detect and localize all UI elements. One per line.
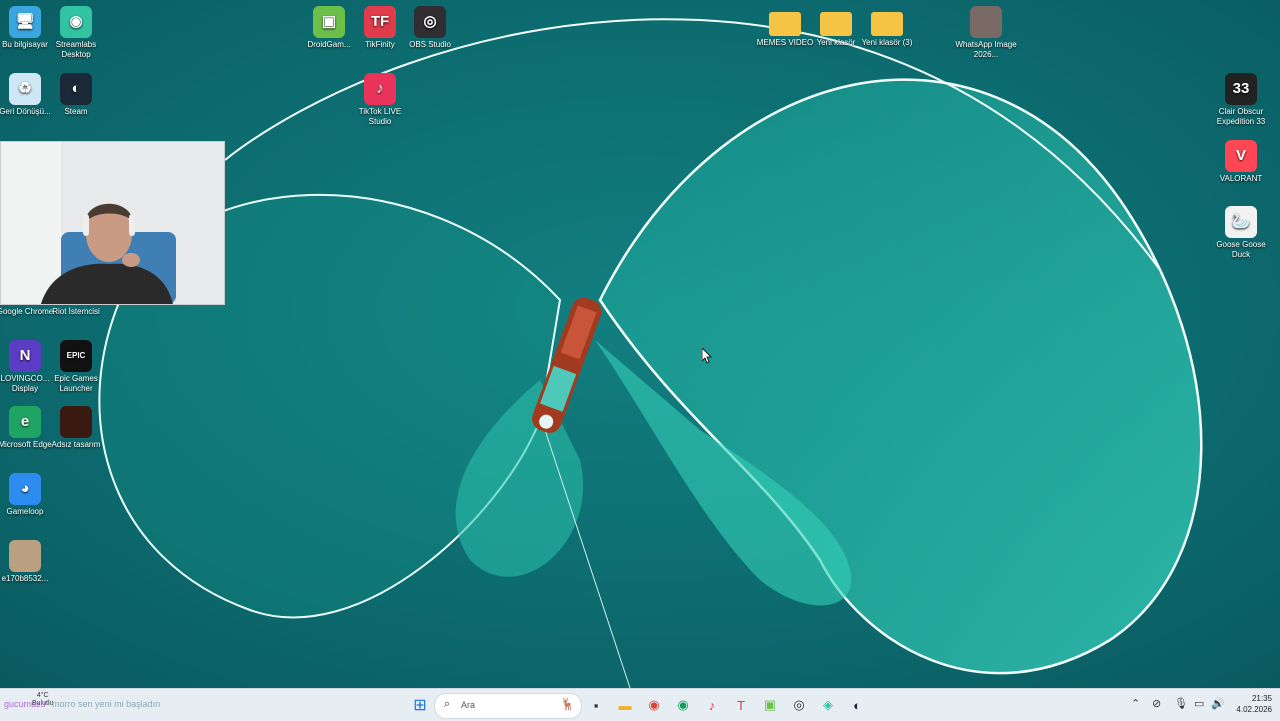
desktop-icon[interactable]: ◕ Gameloop (0, 473, 57, 517)
desktop-icon[interactable]: ◉ Streamlabs Desktop (44, 6, 108, 60)
steam-icon: ◐ (60, 73, 92, 105)
streamlabs-icon: ◉ (60, 6, 92, 38)
desktop-icon-label: WhatsApp Image 2026... (955, 40, 1017, 59)
image-file-icon (970, 6, 1002, 38)
chat-message: morro sen yeni mi başladın (52, 699, 161, 709)
steam-icon[interactable]: ◐ (845, 693, 869, 717)
mouse-cursor-icon (702, 348, 712, 364)
desktop-icon-label: VALORANT (1219, 174, 1263, 183)
task-view-icon[interactable]: ▪ (584, 693, 608, 717)
desktop-icon[interactable]: e170b8532... (0, 540, 57, 584)
gameloop-icon: ◕ (9, 473, 41, 505)
design-file-icon (60, 406, 92, 438)
network-off-icon[interactable]: ⊘ (1152, 697, 1161, 710)
display-app-icon: N (9, 340, 41, 372)
tikfinity-icon: TF (364, 6, 396, 38)
valorant-icon: V (1225, 140, 1257, 172)
obs-icon[interactable]: ◎ (787, 693, 811, 717)
desktop-icon-label: Yeni klasör (3) (861, 38, 913, 47)
chrome-icon[interactable]: ◉ (642, 693, 666, 717)
game-icon: 33 (1225, 73, 1257, 105)
desktop-icon[interactable]: Yeni klasör (3) (855, 6, 919, 48)
desktop-icon-label: TikTok LIVE Studio (358, 107, 402, 126)
clock-date: 4.02.2026 (1236, 705, 1272, 714)
clock-time: 21:35 (1251, 694, 1272, 703)
chrome-profile-icon[interactable]: ◉ (671, 693, 695, 717)
taskbar: 4°C Bulutlu gucumuzu morro sen yeni mi b… (0, 688, 1280, 721)
desktop-icon[interactable]: 33 Clair Obscur Expedition 33 (1209, 73, 1273, 127)
desktop-icon-label: OBS Studio (409, 40, 451, 49)
search-highlight-icon: 🦌 (560, 697, 575, 711)
desktop-icon-label: Adsız tasarım (51, 440, 101, 449)
search-icon: ⌕ (444, 698, 451, 710)
desktop-icon-label: Riot İstemcisi (52, 307, 100, 316)
recycle-bin-icon: ♻ (9, 73, 41, 105)
edge-icon: e (9, 406, 41, 438)
desktop-icon-label: Goose Goose Duck (1216, 240, 1266, 259)
display-icon[interactable]: ▭ (1194, 697, 1204, 710)
webcam-person-image (1, 142, 224, 304)
folder-icon (820, 12, 852, 36)
chevron-up-icon[interactable]: ⌃ (1131, 697, 1140, 710)
speaker-icon[interactable]: 🔊 (1211, 697, 1225, 710)
streamlabs-icon[interactable]: ◈ (816, 693, 840, 717)
desktop-icon[interactable]: V VALORANT (1209, 140, 1273, 184)
epic-games-icon: EPIC (60, 340, 92, 372)
chat-overlay: gucumuzu morro sen yeni mi başladın (4, 699, 160, 709)
desktop-icon-label: Epic Games Launcher (54, 374, 98, 393)
desktop-icon[interactable]: WhatsApp Image 2026... (954, 6, 1018, 60)
search-box[interactable]: ⌕ Ara 🦌 (434, 693, 582, 719)
folder-icon (871, 12, 903, 36)
desktop-icon[interactable]: ◐ Steam (44, 73, 108, 117)
desktop-icon[interactable]: ◎ OBS Studio (398, 6, 462, 50)
desktop-icon[interactable]: 🦢 Goose Goose Duck (1209, 206, 1273, 260)
webcam-overlay (0, 141, 225, 305)
start-button[interactable]: ⊞ (408, 693, 432, 717)
desktop-icon[interactable]: EPIC Epic Games Launcher (44, 340, 108, 394)
desktop-icon[interactable]: Adsız tasarım (44, 406, 108, 450)
clock[interactable]: 21:35 4.02.2026 (1230, 693, 1272, 715)
file-explorer-icon[interactable]: ▬ (613, 693, 637, 717)
goose-icon: 🦢 (1225, 206, 1257, 238)
droidgamer-icon[interactable]: ▣ (758, 693, 782, 717)
desktop-icon-label: Clair Obscur Expedition 33 (1216, 107, 1266, 126)
desktop-icon-label: e170b8532... (1, 574, 49, 583)
desktop-icon-label: Gameloop (6, 507, 44, 516)
chat-username: gucumuzu (4, 699, 46, 709)
folder-icon (769, 12, 801, 36)
desktop-wallpaper (0, 0, 1280, 688)
tikfinity-icon[interactable]: T (729, 693, 753, 717)
obs-icon: ◎ (414, 6, 446, 38)
tiktok-icon: ♪ (364, 73, 396, 105)
search-placeholder: Ara (461, 700, 476, 710)
desktop-icon[interactable]: ♪ TikTok LIVE Studio (348, 73, 412, 127)
desktop-icon-label: Steam (64, 107, 88, 116)
photo-file-icon (9, 540, 41, 572)
monitor-icon: 🖥 (9, 6, 41, 38)
android-icon: ▣ (313, 6, 345, 38)
desktop-icon-label: Streamlabs Desktop (55, 40, 97, 59)
microphone-icon[interactable]: 🎙 (1174, 697, 1188, 710)
tiktok-live-icon[interactable]: ♪ (700, 693, 724, 717)
